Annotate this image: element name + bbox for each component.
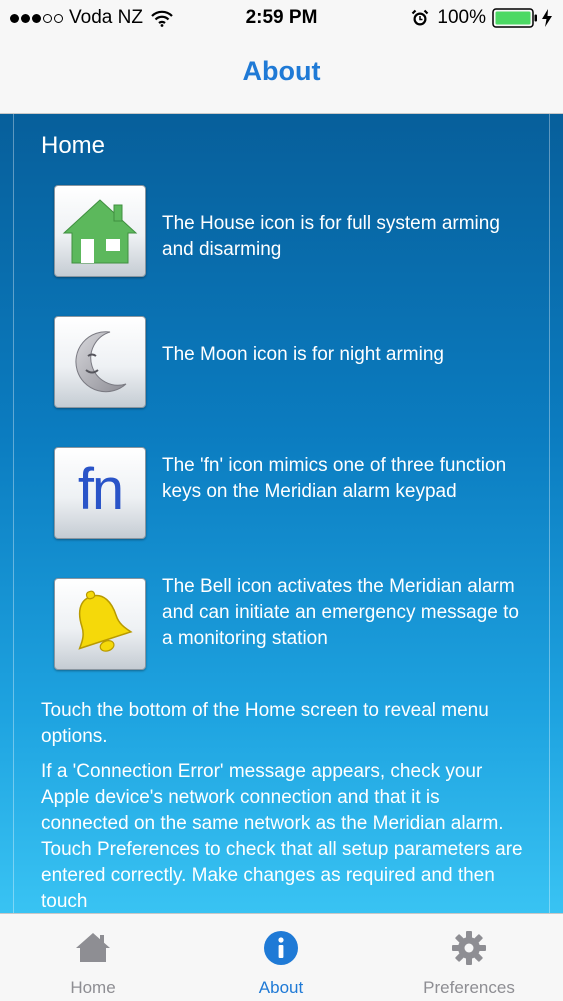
house-icon [76, 933, 110, 962]
info-icon [264, 931, 298, 965]
info-paragraph: If a 'Connection Error' message appears,… [41, 761, 523, 912]
tab-label: About [258, 978, 304, 997]
tab-label: Home [70, 978, 116, 997]
tab-label: Preferences [423, 978, 515, 997]
feature-description: The 'fn' icon mimics one of three functi… [162, 455, 507, 502]
page-title: About [242, 56, 321, 86]
moon-icon [54, 316, 146, 408]
feature-description: The Moon icon is for night arming [162, 344, 444, 365]
battery-percent: 100% [437, 7, 486, 28]
tab-preferences[interactable]: Preferences [389, 914, 549, 1001]
feature-item-house: The House icon is for full system arming… [54, 185, 534, 281]
status-bar: Voda NZ 2:59 PM 100% [0, 0, 563, 36]
feature-item-bell: The Bell icon activates the Meridian ala… [54, 576, 534, 674]
tab-bar: Home About Preferences [0, 913, 563, 1001]
fn-icon-text: fn [77, 457, 124, 522]
fn-icon: fn [54, 447, 146, 539]
status-right: 100% [411, 7, 553, 29]
feature-description: The Bell icon activates the Meridian ala… [162, 576, 519, 649]
feature-item-moon: The Moon icon is for night arming [54, 316, 534, 412]
battery-icon [492, 8, 537, 28]
feature-item-fn: fn The 'fn' icon mimics one of three fun… [54, 447, 534, 543]
bell-icon [54, 578, 146, 670]
tab-home[interactable]: Home [13, 914, 173, 1001]
alarm-clock-icon [412, 9, 429, 26]
section-title: Home [41, 132, 106, 159]
info-paragraph: Touch the bottom of the Home screen to r… [41, 700, 489, 747]
navigation-bar: About [0, 36, 563, 114]
tab-about[interactable]: About [201, 914, 361, 1001]
about-content[interactable]: Home The House icon is for full system a… [0, 114, 563, 913]
charging-bolt-icon [542, 9, 552, 27]
house-icon [54, 185, 146, 277]
gear-icon [452, 931, 486, 965]
feature-description: The House icon is for full system arming… [162, 213, 500, 260]
